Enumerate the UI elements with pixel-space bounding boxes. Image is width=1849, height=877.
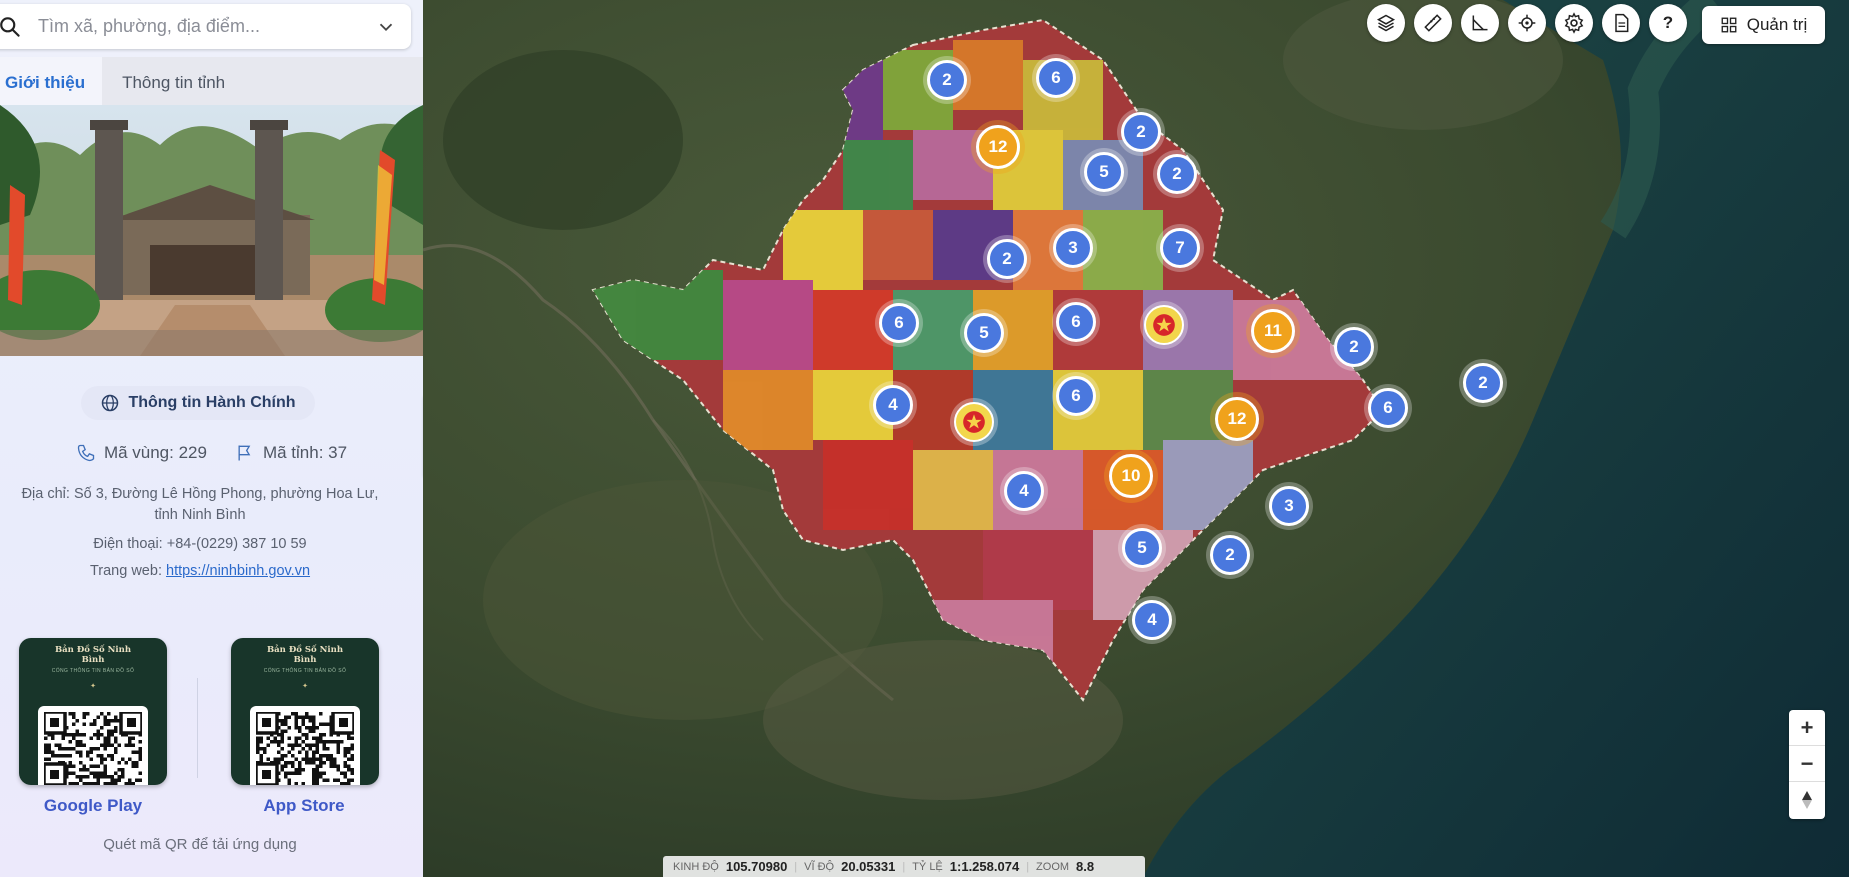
map-cluster[interactable]: 6 [1056, 376, 1096, 416]
zoom-label: ZOOM [1036, 860, 1070, 873]
layers-button[interactable] [1367, 4, 1405, 42]
qr-note: Quét mã QR để tải ứng dụng [103, 836, 297, 853]
map-view[interactable]: 2 6 12 2 5 2 3 7 2 6 5 6 11 2 2 4 6 12 6… [423, 0, 1849, 877]
map-cluster[interactable]: 3 [1269, 486, 1309, 526]
admin-button-label: Quản trị [1746, 15, 1808, 34]
map-cluster[interactable]: 5 [1122, 528, 1162, 568]
map-cluster[interactable]: 7 [1160, 228, 1200, 268]
app-store-qr-card[interactable]: Bản Đồ Số Ninh Bình CỔNG THÔNG TIN BẢN Đ… [231, 638, 379, 785]
app-store-link[interactable]: App Store [214, 796, 394, 816]
globe-icon [102, 394, 119, 412]
scale-label: TỶ LỆ [912, 860, 943, 873]
document-icon [1615, 13, 1629, 33]
map-cluster[interactable]: 12 [1215, 397, 1259, 441]
admin-info-button[interactable]: Thông tin Hành Chính [81, 386, 315, 420]
tab-introduction[interactable]: Giới thiệu [0, 57, 103, 105]
map-cluster[interactable]: 3 [1053, 228, 1093, 268]
lon-label: KINH ĐỘ [673, 860, 719, 873]
address-text: Địa chỉ: Số 3, Đường Lê Hồng Phong, phườ… [21, 486, 379, 523]
map-cluster[interactable]: 12 [976, 125, 1020, 169]
measure-distance-button[interactable] [1414, 4, 1452, 42]
star-icon: ✦ [90, 683, 96, 690]
map-cluster[interactable]: 10 [1109, 454, 1153, 498]
google-play-qr-card[interactable]: Bản Đồ Số Ninh Bình CỔNG THÔNG TIN BẢN Đ… [19, 638, 167, 785]
qr-code [250, 706, 360, 785]
qr-card-subtitle: CỔNG THÔNG TIN BẢN ĐỒ SỐ [263, 668, 347, 674]
search-box[interactable] [0, 4, 411, 49]
angle-measure-icon [1472, 15, 1488, 31]
contact-info: Địa chỉ: Số 3, Đường Lê Hồng Phong, phườ… [0, 484, 400, 579]
admin-info-label: Thông tin Hành Chính [128, 394, 296, 411]
phone-text: Điện thoại: +84-(0229) 387 10 59 [93, 536, 307, 552]
search-input[interactable] [38, 16, 375, 37]
map-cluster[interactable]: 2 [1334, 327, 1374, 367]
map-cluster[interactable]: 6 [879, 303, 919, 343]
ruler-icon [1424, 14, 1442, 32]
locate-button[interactable] [1508, 4, 1546, 42]
map-cluster[interactable]: 6 [1056, 302, 1096, 342]
map-cluster[interactable]: 5 [1084, 152, 1124, 192]
province-code: Mã tỉnh: 37 [235, 443, 347, 463]
chevron-down-icon[interactable] [375, 16, 397, 38]
qr-code [38, 706, 148, 785]
document-button[interactable] [1602, 4, 1640, 42]
map-cluster[interactable]: 2 [1157, 154, 1197, 194]
map-cluster[interactable]: 6 [1368, 388, 1408, 428]
settings-button[interactable] [1555, 4, 1593, 42]
settings-icon [1564, 12, 1584, 34]
government-emblem-icon[interactable] [954, 402, 994, 442]
reset-north-button[interactable] [1789, 782, 1825, 818]
area-code: Mã vùng: 229 [76, 443, 207, 463]
help-icon: ? [1662, 13, 1674, 32]
star-icon: ✦ [302, 683, 308, 690]
map-cluster[interactable]: 2 [1121, 112, 1161, 152]
locate-icon [1518, 14, 1536, 32]
province-photo [0, 105, 423, 356]
help-button[interactable]: ? [1649, 4, 1687, 42]
map-cluster[interactable]: 4 [1132, 600, 1172, 640]
qr-card-subtitle: CỔNG THÔNG TIN BẢN ĐỒ SỐ [51, 668, 135, 674]
flag-icon [238, 445, 251, 461]
tab-province-info[interactable]: Thông tin tỉnh [102, 57, 242, 105]
admin-button[interactable]: Quản trị [1702, 6, 1825, 44]
map-cluster[interactable]: 2 [1463, 363, 1503, 403]
qr-card-title: Bản Đồ Số Ninh Bình [266, 645, 343, 665]
map-cluster[interactable]: 4 [1004, 471, 1044, 511]
scale-value: 1:1.258.074 [949, 859, 1020, 874]
lon-value: 105.70980 [725, 859, 788, 874]
government-emblem-icon[interactable] [1144, 305, 1184, 345]
map-cluster[interactable]: 2 [987, 239, 1027, 279]
grid-icon [1721, 17, 1737, 33]
province-code-text: Mã tỉnh: 37 [262, 443, 348, 462]
website-row: Trang web: https://ninhbinh.gov.vn [0, 561, 400, 582]
tab-bar: Giới thiệu Thông tin tỉnh [0, 57, 423, 105]
coordinate-status-bar: KINH ĐỘ 105.70980 | VĨ ĐỘ 20.05331 | TỶ LỆ 1:… [663, 856, 1145, 877]
zoom-value: 8.8 [1076, 859, 1095, 874]
zoom-in-button[interactable]: + [1789, 710, 1825, 746]
compass-icon [1802, 791, 1812, 809]
zoom-control: + − [1789, 710, 1825, 819]
province-codes: Mã vùng: 229 Mã tỉnh: 37 [0, 443, 423, 463]
map-cluster[interactable]: 2 [1210, 535, 1250, 575]
map-cluster[interactable]: 11 [1251, 309, 1295, 353]
map-cluster[interactable]: 2 [927, 60, 967, 100]
qr-card-title: Bản Đồ Số Ninh Bình [54, 645, 131, 665]
website-link[interactable]: https://ninhbinh.gov.vn [166, 563, 310, 579]
zoom-out-button[interactable]: − [1789, 746, 1825, 782]
lat-value: 20.05331 [841, 859, 896, 874]
phone-icon [77, 444, 95, 462]
map-cluster[interactable]: 6 [1036, 58, 1076, 98]
website-label: Trang web: [89, 563, 166, 579]
area-code-text: Mã vùng: 229 [103, 443, 207, 462]
divider [197, 678, 198, 778]
measure-area-button[interactable] [1461, 4, 1499, 42]
map-cluster[interactable]: 4 [873, 385, 913, 425]
lat-label: VĨ ĐỘ [804, 860, 835, 873]
side-panel: Giới thiệu Thông tin tỉnh [0, 0, 423, 877]
google-play-link[interactable]: Google Play [3, 796, 183, 816]
layers-icon [1376, 14, 1396, 32]
map-cluster[interactable]: 5 [964, 313, 1004, 353]
search-icon [0, 16, 20, 37]
